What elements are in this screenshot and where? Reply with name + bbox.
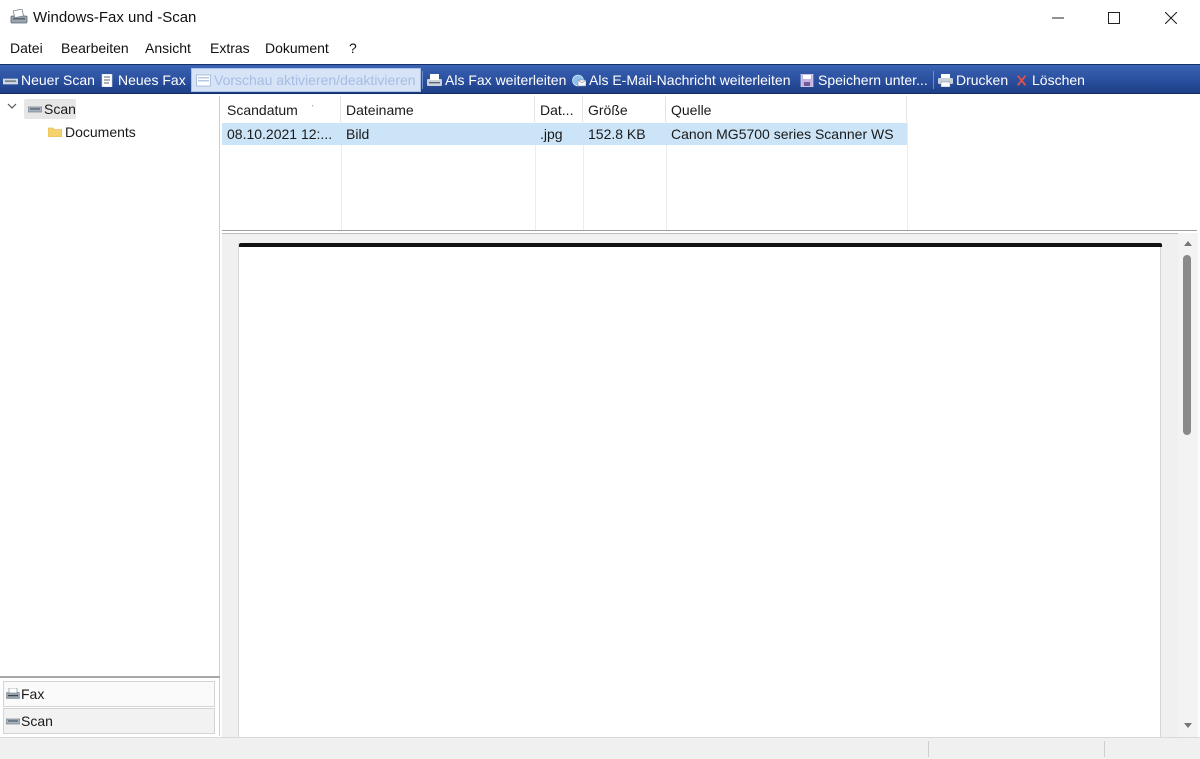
maximize-button[interactable] bbox=[1086, 0, 1142, 36]
preview-pane bbox=[222, 233, 1178, 738]
nav-fax-button[interactable]: Fax bbox=[3, 681, 215, 707]
title-bar: Windows-Fax und -Scan bbox=[0, 0, 1200, 36]
nav-scan-button[interactable]: Scan bbox=[3, 708, 215, 734]
fax-machine-icon bbox=[427, 73, 442, 86]
folder-pane: Scan Documents bbox=[0, 96, 220, 736]
tree-item-scan-label: Scan bbox=[44, 101, 76, 117]
preview-toggle-button[interactable]: Vorschau aktivieren/deaktivieren bbox=[191, 68, 421, 92]
status-bar-divider bbox=[1104, 741, 1105, 757]
forward-email-button[interactable]: Als E-Mail-Nachricht weiterleiten bbox=[571, 68, 791, 92]
nav-scan-label: Scan bbox=[21, 713, 53, 729]
column-groesse[interactable]: Größe bbox=[583, 96, 666, 122]
delete-label: Löschen bbox=[1032, 72, 1085, 88]
toolbar-separator bbox=[422, 71, 423, 89]
menu-help[interactable]: ? bbox=[349, 40, 357, 56]
email-globe-icon bbox=[572, 74, 586, 86]
fax-document-icon bbox=[101, 73, 113, 87]
menu-datei[interactable]: Datei bbox=[10, 40, 43, 56]
maximize-icon bbox=[1108, 12, 1120, 24]
toolbar: Neuer Scan Neues Fax Vorschau aktivieren… bbox=[0, 64, 1200, 94]
scan-list: Scandatum ˊ Dateiname Dat... Größe Quell… bbox=[222, 96, 1197, 231]
column-scandatum-label: Scandatum bbox=[227, 102, 298, 118]
document-top-edge bbox=[239, 243, 1162, 247]
new-fax-button[interactable]: Neues Fax bbox=[100, 68, 186, 92]
status-bar-divider bbox=[928, 741, 929, 757]
column-quelle-label: Quelle bbox=[671, 102, 712, 118]
scroll-down-icon[interactable] bbox=[1184, 723, 1192, 728]
print-button[interactable]: Drucken bbox=[938, 68, 1008, 92]
column-dateiname[interactable]: Dateiname bbox=[341, 96, 535, 122]
preview-scrollbar[interactable] bbox=[1178, 233, 1198, 737]
print-label: Drucken bbox=[956, 72, 1009, 88]
menu-bar: Datei Bearbeiten Ansicht Extras Dokument… bbox=[0, 36, 1200, 62]
menu-ansicht[interactable]: Ansicht bbox=[145, 40, 191, 56]
forward-fax-button[interactable]: Als Fax weiterleiten bbox=[427, 68, 566, 92]
close-icon bbox=[1165, 12, 1177, 24]
column-groesse-label: Größe bbox=[588, 102, 628, 118]
window-title: Windows-Fax und -Scan bbox=[33, 9, 197, 26]
fax-machine-icon bbox=[6, 688, 20, 699]
column-scandatum[interactable]: Scandatum bbox=[222, 96, 341, 122]
sort-ascending-icon: ˊ bbox=[311, 104, 314, 114]
close-button[interactable] bbox=[1143, 0, 1199, 36]
save-as-label: Speichern unter... bbox=[818, 72, 928, 88]
delete-x-icon bbox=[1017, 74, 1027, 86]
new-scan-button[interactable]: Neuer Scan bbox=[3, 68, 95, 92]
cell-groesse: 152.8 KB bbox=[588, 126, 646, 142]
fax-scan-app-icon bbox=[10, 9, 28, 24]
list-header: Scandatum ˊ Dateiname Dat... Größe Quell… bbox=[222, 96, 907, 122]
cell-quelle: Canon MG5700 series Scanner WS bbox=[671, 126, 894, 142]
scanner-icon bbox=[28, 106, 42, 113]
scanner-icon bbox=[6, 718, 20, 725]
cell-dateiname: Bild bbox=[346, 126, 370, 142]
preview-icon bbox=[196, 74, 211, 86]
scanner-icon bbox=[3, 78, 18, 84]
scroll-up-icon[interactable] bbox=[1184, 241, 1192, 246]
menu-extras[interactable]: Extras bbox=[210, 40, 250, 56]
new-fax-label: Neues Fax bbox=[118, 72, 186, 88]
cell-scandatum: 08.10.2021 12:... bbox=[227, 126, 333, 142]
status-bar bbox=[0, 737, 1200, 759]
pane-splitter[interactable] bbox=[0, 676, 220, 678]
scanned-document-preview bbox=[238, 243, 1162, 738]
column-divider bbox=[907, 122, 908, 230]
tree-item-documents[interactable]: Documents bbox=[65, 124, 136, 140]
folder-icon bbox=[48, 127, 62, 137]
scrollbar-thumb[interactable] bbox=[1183, 255, 1191, 435]
delete-button[interactable]: Löschen bbox=[1016, 68, 1085, 92]
chevron-down-icon[interactable] bbox=[7, 102, 17, 110]
cell-dateityp: .jpg bbox=[540, 126, 563, 142]
save-as-button[interactable]: Speichern unter... bbox=[800, 68, 928, 92]
column-dateityp-label: Dat... bbox=[540, 102, 574, 118]
menu-bearbeiten[interactable]: Bearbeiten bbox=[61, 40, 129, 56]
forward-fax-label: Als Fax weiterleiten bbox=[445, 72, 567, 88]
column-dateityp[interactable]: Dat... bbox=[535, 96, 583, 122]
menu-dokument[interactable]: Dokument bbox=[265, 40, 329, 56]
new-scan-label: Neuer Scan bbox=[21, 72, 95, 88]
preview-toggle-label: Vorschau aktivieren/deaktivieren bbox=[214, 72, 416, 88]
forward-email-label: Als E-Mail-Nachricht weiterleiten bbox=[589, 72, 791, 88]
column-dateiname-label: Dateiname bbox=[346, 102, 414, 118]
nav-fax-label: Fax bbox=[21, 686, 45, 702]
minimize-button[interactable] bbox=[1030, 0, 1086, 36]
minimize-icon bbox=[1052, 17, 1064, 19]
printer-icon bbox=[938, 73, 953, 87]
save-disk-icon bbox=[800, 73, 814, 87]
column-quelle[interactable]: Quelle bbox=[666, 96, 907, 122]
toolbar-separator bbox=[933, 71, 934, 89]
